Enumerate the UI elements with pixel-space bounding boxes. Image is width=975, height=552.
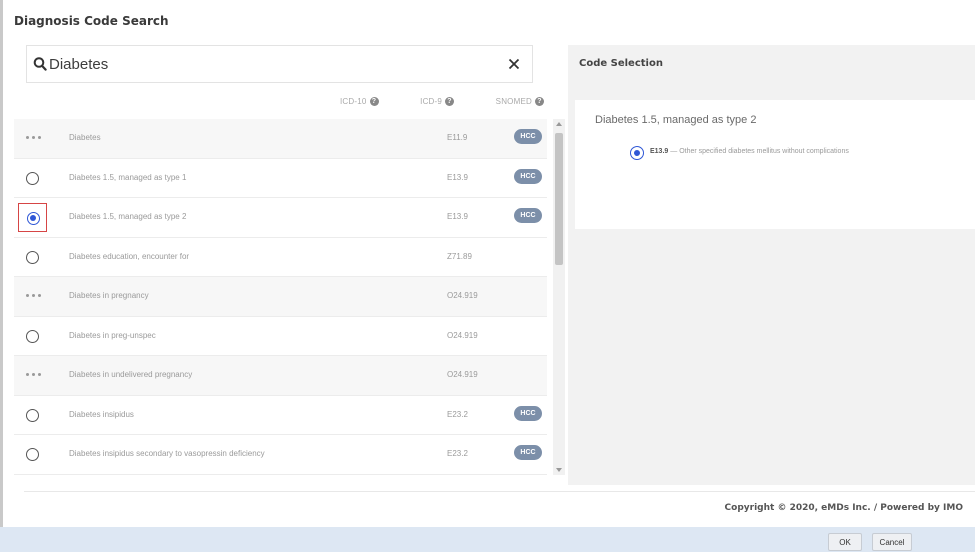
more-options-icon[interactable] (26, 136, 42, 140)
code-system-label: ICD-10 (340, 96, 367, 106)
results-list: Diabetes E11.9 HCC Diabetes 1.5, managed as… (14, 119, 547, 475)
radio-cell (18, 440, 47, 469)
hcc-badge: HCC (514, 405, 542, 421)
selection-card: Diabetes 1.5, managed as type 2 E13.9 — … (575, 100, 975, 229)
result-code: O24.919 (447, 370, 478, 379)
info-icon[interactable]: ? (369, 96, 379, 106)
more-options-icon[interactable] (26, 373, 42, 377)
result-term[interactable]: Diabetes education, encounter for (69, 252, 189, 261)
scroll-thumb[interactable] (555, 133, 563, 265)
result-row[interactable]: Diabetes insipidus secondary to vasopres… (14, 435, 547, 475)
selected-code-radio[interactable] (630, 146, 644, 160)
info-icon[interactable]: ? (534, 96, 544, 106)
result-radio[interactable] (26, 250, 39, 264)
result-term[interactable]: Diabetes insipidus (69, 410, 134, 419)
footer-divider (24, 491, 975, 492)
result-term[interactable]: Diabetes 1.5, managed as type 2 (69, 212, 186, 221)
ok-button[interactable]: OK (828, 533, 862, 551)
selected-term: Diabetes 1.5, managed as type 2 (595, 114, 757, 126)
result-term[interactable]: Diabetes insipidus secondary to vasopres… (69, 449, 265, 458)
result-row[interactable]: Diabetes in undelivered pregnancy O24.919 (14, 356, 547, 396)
result-code: E13.9 (447, 172, 468, 182)
search-icon (33, 56, 47, 72)
selected-code: E13.9 (650, 148, 669, 155)
results-scrollbar[interactable] (553, 119, 565, 475)
search-box[interactable]: Diabetes (26, 45, 533, 83)
selected-code-text: — Other specified diabetes mellitus with… (670, 148, 849, 155)
radio-cell (18, 401, 47, 430)
result-radio[interactable] (26, 448, 39, 461)
highlighted-radio-outline (18, 203, 47, 232)
result-code: Z71.89 (447, 251, 472, 261)
radio-cell (18, 243, 47, 272)
result-row[interactable]: Diabetes in preg-unspec O24.919 (14, 317, 547, 356)
result-term[interactable]: Diabetes (69, 133, 101, 142)
search-input[interactable]: Diabetes (49, 56, 108, 73)
radio-cell (18, 322, 47, 351)
copyright-notice: Copyright © 2020, eMDs Inc. / Powered by… (724, 503, 963, 513)
code-system-icd9[interactable]: ICD-9 ? (420, 96, 455, 106)
hcc-badge: HCC (514, 208, 542, 223)
selected-code-description: E13.9 — Other specified diabetes mellitu… (650, 146, 920, 157)
code-system-label: SNOMED (495, 96, 532, 106)
result-row[interactable]: Diabetes education, encounter for Z71.89 (14, 238, 547, 277)
hcc-badge: HCC (514, 445, 542, 460)
result-term[interactable]: Diabetes 1.5, managed as type 1 (69, 173, 186, 182)
result-row[interactable]: Diabetes E11.9 HCC (14, 119, 547, 159)
code-system-snomed[interactable]: SNOMED ? (495, 96, 544, 106)
result-code: E13.9 (447, 212, 468, 221)
scroll-up-arrow-icon[interactable] (556, 122, 562, 126)
result-radio[interactable] (26, 329, 39, 343)
result-term[interactable]: Diabetes in preg-unspec (69, 331, 156, 340)
hcc-badge: HCC (514, 129, 542, 144)
code-system-icd10[interactable]: ICD-10 ? (340, 96, 379, 106)
left-edge-rule (0, 0, 3, 552)
code-system-toggles: ICD-10 ? ICD-9 ? SNOMED ? (340, 94, 544, 108)
code-system-label: ICD-9 (420, 96, 443, 106)
more-options-icon[interactable] (26, 294, 42, 298)
hcc-badge: HCC (514, 168, 542, 184)
result-radio[interactable] (27, 212, 40, 225)
result-term[interactable]: Diabetes in undelivered pregnancy (69, 370, 192, 379)
result-code: E11.9 (447, 133, 468, 142)
result-term[interactable]: Diabetes in pregnancy (69, 291, 149, 300)
code-selection-panel: Code Selection Diabetes 1.5, managed as … (568, 45, 975, 485)
info-icon[interactable]: ? (445, 96, 455, 106)
result-code: E23.2 (447, 409, 468, 419)
code-selection-header: Code Selection (579, 58, 663, 69)
result-row[interactable]: Diabetes 1.5, managed as type 1 E13.9 HCC (14, 159, 547, 198)
result-code: O24.919 (447, 330, 478, 340)
result-code: O24.919 (447, 291, 478, 300)
result-row[interactable]: Diabetes insipidus E23.2 HCC (14, 396, 547, 435)
result-row[interactable]: Diabetes 1.5, managed as type 2 E13.9 HCC (14, 198, 547, 238)
clear-search-icon[interactable] (502, 52, 526, 76)
footer-bar: OK Cancel (0, 527, 975, 552)
result-code: E23.2 (447, 449, 468, 458)
cancel-button[interactable]: Cancel (872, 533, 912, 551)
radio-cell (18, 164, 47, 193)
dialog-title: Diagnosis Code Search (14, 14, 169, 28)
scroll-down-arrow-icon[interactable] (556, 468, 562, 472)
result-radio[interactable] (26, 408, 39, 422)
result-radio[interactable] (26, 171, 39, 185)
result-row[interactable]: Diabetes in pregnancy O24.919 (14, 277, 547, 317)
